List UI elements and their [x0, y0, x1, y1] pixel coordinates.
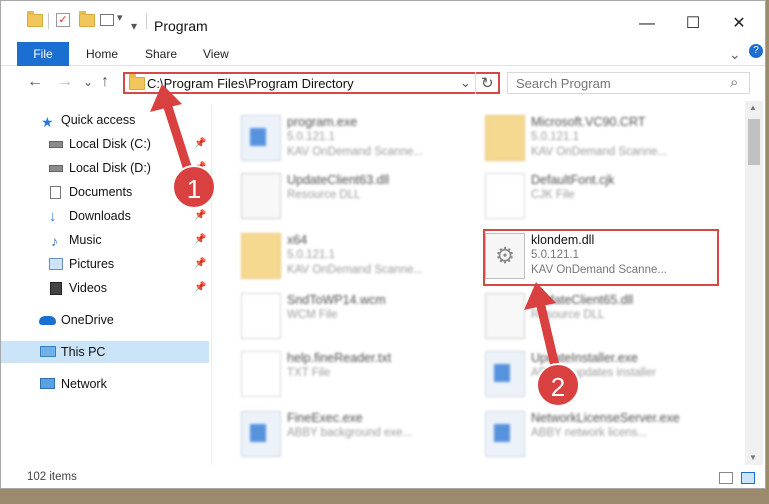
annotation-badge-1: 1 — [172, 165, 216, 209]
annotation-badge-2: 2 — [536, 363, 580, 407]
annotation-arrows — [150, 84, 561, 375]
arrow-1 — [150, 84, 195, 181]
arrow-2 — [524, 282, 561, 375]
